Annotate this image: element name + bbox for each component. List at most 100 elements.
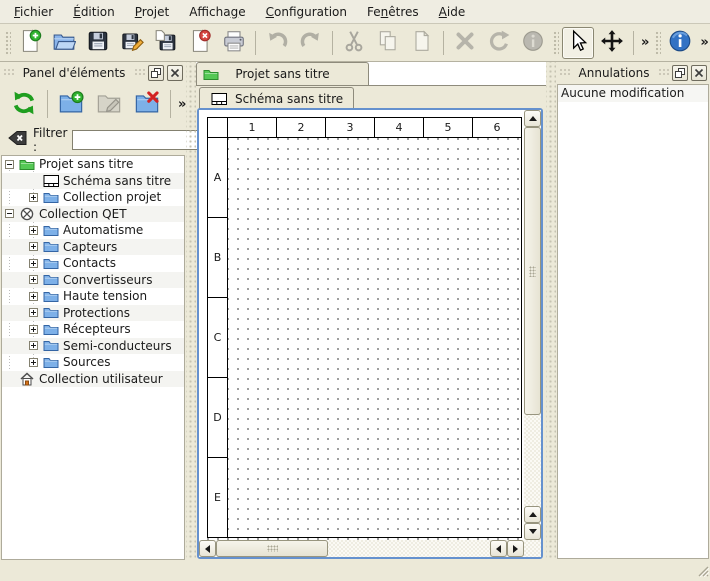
- tree-item-label: Sources: [60, 355, 110, 369]
- drawing-area[interactable]: [228, 138, 522, 538]
- tree-item-convertisseurs[interactable]: Convertisseurs: [2, 272, 184, 289]
- undo-icon: [265, 29, 289, 56]
- toolbar-handle[interactable]: [552, 30, 559, 56]
- elements-tree: Projet sans titreSchéma sans titreCollec…: [1, 155, 185, 560]
- scroll-down-button[interactable]: [524, 523, 541, 540]
- undo-list: Aucune modification: [557, 84, 709, 559]
- tree-item-recepteurs[interactable]: Récepteurs: [2, 321, 184, 338]
- expand-icon[interactable]: [29, 259, 38, 268]
- overflow-chevron[interactable]: »: [697, 35, 710, 50]
- expand-icon[interactable]: [29, 226, 38, 235]
- new-document-button[interactable]: [14, 27, 46, 59]
- tab-schema[interactable]: Schéma sans titre: [199, 87, 354, 109]
- tree-item-collection-utilisateur[interactable]: Collection utilisateur: [2, 371, 184, 388]
- filter-label: Filtrer :: [33, 126, 67, 154]
- open-document-button[interactable]: [48, 27, 80, 59]
- toolbar-handle[interactable]: [654, 30, 661, 56]
- menu-item-fenetres[interactable]: Fenêtres: [357, 2, 429, 22]
- cut-button: [338, 27, 370, 59]
- scroll-right-button[interactable]: [507, 540, 524, 557]
- expand-icon[interactable]: [29, 358, 38, 367]
- menu-item-affichage[interactable]: Affichage: [179, 2, 255, 22]
- scroll-track[interactable]: [524, 415, 541, 506]
- column-header: 6: [473, 118, 522, 138]
- collections-toolbar: »: [0, 83, 186, 125]
- splitter[interactable]: [186, 62, 196, 560]
- rotate-icon: [487, 29, 511, 56]
- tree-item-label: Schéma sans titre: [60, 174, 171, 188]
- delete-category-button[interactable]: [130, 87, 164, 121]
- expand-icon[interactable]: [29, 292, 38, 301]
- about-button[interactable]: [664, 27, 696, 59]
- menu-item-edition[interactable]: Édition: [63, 2, 125, 22]
- vertical-scroll-thumb[interactable]: [524, 127, 541, 415]
- close-button[interactable]: [691, 65, 707, 81]
- tree-item-protections[interactable]: Protections: [2, 305, 184, 322]
- save-all-button[interactable]: [150, 27, 182, 59]
- tree-item-sources[interactable]: Sources: [2, 354, 184, 371]
- close-document-button[interactable]: [184, 27, 216, 59]
- float-button[interactable]: [148, 65, 164, 81]
- toolbar-handle[interactable]: [4, 30, 11, 56]
- tree-item-haute-tension[interactable]: Haute tension: [2, 288, 184, 305]
- splitter[interactable]: [546, 62, 556, 560]
- menu-bar: FichierÉditionProjetAffichageConfigurati…: [0, 0, 710, 24]
- titlebar-texture: [134, 68, 145, 77]
- toolbar-separator: [332, 31, 333, 55]
- expand-icon[interactable]: [29, 275, 38, 284]
- tree-item-automatisme[interactable]: Automatisme: [2, 222, 184, 239]
- expand-icon[interactable]: [29, 242, 38, 251]
- expand-icon[interactable]: [29, 325, 38, 334]
- move-view-button[interactable]: [596, 27, 628, 59]
- collapse-icon[interactable]: [5, 160, 14, 169]
- delete-category-icon: [134, 90, 160, 119]
- expand-icon[interactable]: [29, 193, 38, 202]
- tree-item-collection-qet[interactable]: Collection QET: [2, 206, 184, 223]
- overflow-chevron[interactable]: »: [638, 35, 652, 50]
- tree-item-schema-sans-titre[interactable]: Schéma sans titre: [2, 173, 184, 190]
- tree-item-capteurs[interactable]: Capteurs: [2, 239, 184, 256]
- undo-list-item[interactable]: Aucune modification: [558, 85, 708, 102]
- collapse-icon[interactable]: [5, 209, 14, 218]
- clear-filter-icon[interactable]: [6, 127, 28, 152]
- schema-canvas[interactable]: 123456 ABCDE: [199, 110, 524, 540]
- project-icon: [18, 157, 36, 171]
- column-header: 5: [424, 118, 473, 138]
- tab-project[interactable]: Projet sans titre: [196, 62, 369, 85]
- menu-item-configuration[interactable]: Configuration: [256, 2, 357, 22]
- tree-item-semi-conducteurs[interactable]: Semi-conducteurs: [2, 338, 184, 355]
- scroll-left-button[interactable]: [199, 540, 216, 557]
- column-header: 4: [375, 118, 424, 138]
- scroll-up-button-2[interactable]: [524, 506, 541, 523]
- save-as-button[interactable]: [116, 27, 148, 59]
- float-button[interactable]: [672, 65, 688, 81]
- resize-grip[interactable]: [696, 564, 709, 580]
- expand-icon[interactable]: [29, 308, 38, 317]
- select-pointer-button[interactable]: [562, 27, 594, 59]
- paste-button: [406, 27, 438, 59]
- tree-item-contacts[interactable]: Contacts: [2, 255, 184, 272]
- main-area: Panel d'éléments » Filtrer : Projet sans…: [0, 62, 710, 560]
- expand-icon[interactable]: [29, 341, 38, 350]
- new-category-button[interactable]: [54, 87, 88, 121]
- menu-item-fichier[interactable]: Fichier: [4, 2, 63, 22]
- project-icon: [202, 67, 220, 81]
- menu-item-projet[interactable]: Projet: [125, 2, 179, 22]
- menu-item-aide[interactable]: Aide: [429, 2, 476, 22]
- horizontal-scroll-thumb[interactable]: [216, 540, 328, 557]
- print-button[interactable]: [218, 27, 250, 59]
- about-icon: [668, 29, 692, 56]
- scroll-left-button-2[interactable]: [490, 540, 507, 557]
- save-button[interactable]: [82, 27, 114, 59]
- save-all-icon: [154, 29, 178, 56]
- refresh-button[interactable]: [7, 87, 41, 121]
- tree-item-collection-projet[interactable]: Collection projet: [2, 189, 184, 206]
- schema-icon: [210, 92, 228, 106]
- horizontal-scrollbar: [199, 540, 524, 557]
- scroll-track[interactable]: [328, 540, 490, 557]
- tree-item-projet-sans-titre[interactable]: Projet sans titre: [2, 156, 184, 173]
- tree-item-label: Collection QET: [36, 207, 127, 221]
- close-button[interactable]: [167, 65, 183, 81]
- print-icon: [222, 29, 246, 56]
- scroll-up-button[interactable]: [524, 110, 541, 127]
